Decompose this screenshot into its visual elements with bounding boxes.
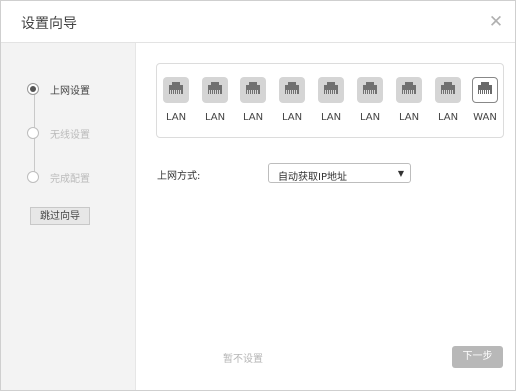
ethernet-port-icon [472, 77, 498, 103]
lan-port[interactable]: LAN [275, 77, 309, 123]
wizard-sidebar: 上网设置 无线设置 完成配置 跳过向导 [1, 43, 136, 390]
port-diagram: LAN LAN LAN LAN LAN LAN LAN LAN WAN [156, 63, 504, 138]
next-button[interactable]: 下一步 [452, 346, 503, 368]
ethernet-port-icon [396, 77, 422, 103]
lan-port[interactable]: LAN [431, 77, 465, 123]
ethernet-port-icon [240, 77, 266, 103]
step-label: 完成配置 [50, 173, 90, 185]
step-internet-settings: 上网设置 [27, 81, 90, 97]
port-label: LAN [204, 112, 226, 123]
port-label: LAN [359, 112, 381, 123]
port-label: LAN [165, 112, 187, 123]
ethernet-port-icon [357, 77, 383, 103]
port-label: LAN [281, 112, 303, 123]
setup-wizard-dialog: 设置向导 ✕ 上网设置 无线设置 完成配置 跳过向导 LAN LAN LAN L… [0, 0, 516, 391]
connection-type-select[interactable]: 自动获取IP地址 ▼ [268, 163, 411, 183]
port-label: LAN [242, 112, 264, 123]
step-label: 上网设置 [50, 85, 90, 97]
step-wireless-settings: 无线设置 [27, 125, 90, 141]
close-icon[interactable]: ✕ [487, 13, 505, 31]
connection-type-label: 上网方式: [157, 171, 201, 182]
port-label: LAN [437, 112, 459, 123]
lan-port[interactable]: LAN [392, 77, 426, 123]
port-label: LAN [320, 112, 342, 123]
step-complete-config: 完成配置 [27, 169, 90, 185]
lan-port[interactable]: LAN [353, 77, 387, 123]
lan-port[interactable]: LAN [236, 77, 270, 123]
port-label: WAN [473, 112, 497, 123]
radio-selected-icon [27, 83, 39, 95]
step-label: 无线设置 [50, 129, 90, 141]
connection-type-value: 自动获取IP地址 [278, 172, 347, 183]
port-label: LAN [398, 112, 420, 123]
dropdown-arrow-icon: ▼ [397, 169, 404, 178]
ethernet-port-icon [435, 77, 461, 103]
radio-empty-icon [27, 171, 39, 183]
ethernet-port-icon [318, 77, 344, 103]
lan-port[interactable]: LAN [159, 77, 193, 123]
ethernet-port-icon [279, 77, 305, 103]
skip-setup-link[interactable]: 暂不设置 [223, 350, 263, 365]
lan-port[interactable]: LAN [198, 77, 232, 123]
dialog-title: 设置向导 [21, 16, 77, 32]
ethernet-port-icon [163, 77, 189, 103]
title-bar: 设置向导 ✕ [1, 1, 515, 43]
radio-empty-icon [27, 127, 39, 139]
lan-port[interactable]: LAN [314, 77, 348, 123]
skip-wizard-button[interactable]: 跳过向导 [30, 207, 90, 225]
wan-port[interactable]: WAN [468, 77, 502, 123]
ethernet-port-icon [202, 77, 228, 103]
